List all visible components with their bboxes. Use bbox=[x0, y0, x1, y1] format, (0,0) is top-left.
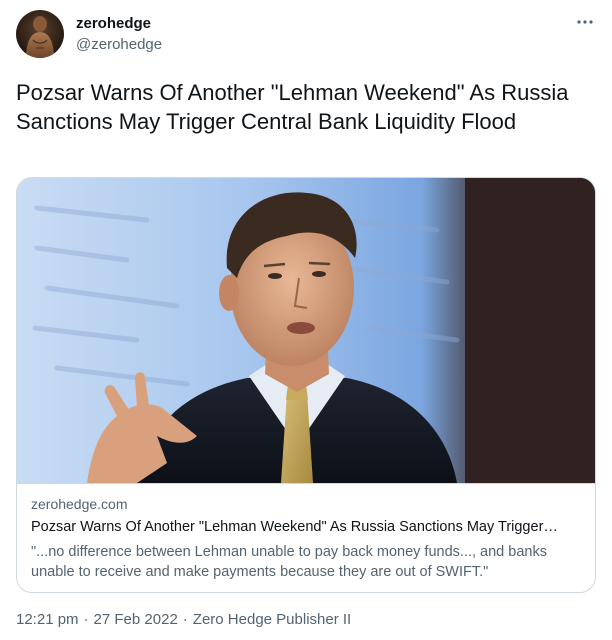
avatar[interactable] bbox=[16, 10, 64, 58]
tweet-source[interactable]: Zero Hedge Publisher II bbox=[193, 611, 351, 628]
tweet-text: Pozsar Warns Of Another "Lehman Weekend"… bbox=[16, 80, 569, 134]
meta-separator: · bbox=[182, 611, 188, 628]
tweet: zerohedge @zerohedge Pozsar Warns Of Ano… bbox=[0, 0, 612, 640]
more-options-button[interactable] bbox=[572, 12, 598, 32]
card-description: "...no difference between Lehman unable … bbox=[31, 544, 547, 580]
card-divider bbox=[17, 483, 595, 484]
card-domain: zerohedge.com bbox=[31, 496, 128, 512]
tweet-date[interactable]: 27 Feb 2022 bbox=[94, 611, 178, 628]
card-image bbox=[17, 178, 595, 483]
tweet-meta: 12:21 pm · 27 Feb 2022 · Zero Hedge Publishe… bbox=[16, 611, 351, 628]
link-card[interactable]: zerohedge.com Pozsar Warns Of Another "L… bbox=[16, 177, 596, 593]
tweet-time[interactable]: 12:21 pm bbox=[16, 611, 79, 628]
ellipsis-icon bbox=[577, 20, 593, 24]
author-handle[interactable]: @zerohedge bbox=[76, 36, 162, 53]
author-display-name[interactable]: zerohedge bbox=[76, 15, 151, 32]
meta-separator: · bbox=[83, 611, 89, 628]
card-title: Pozsar Warns Of Another "Lehman Weekend"… bbox=[31, 519, 558, 535]
avatar-portrait-icon bbox=[16, 10, 64, 58]
